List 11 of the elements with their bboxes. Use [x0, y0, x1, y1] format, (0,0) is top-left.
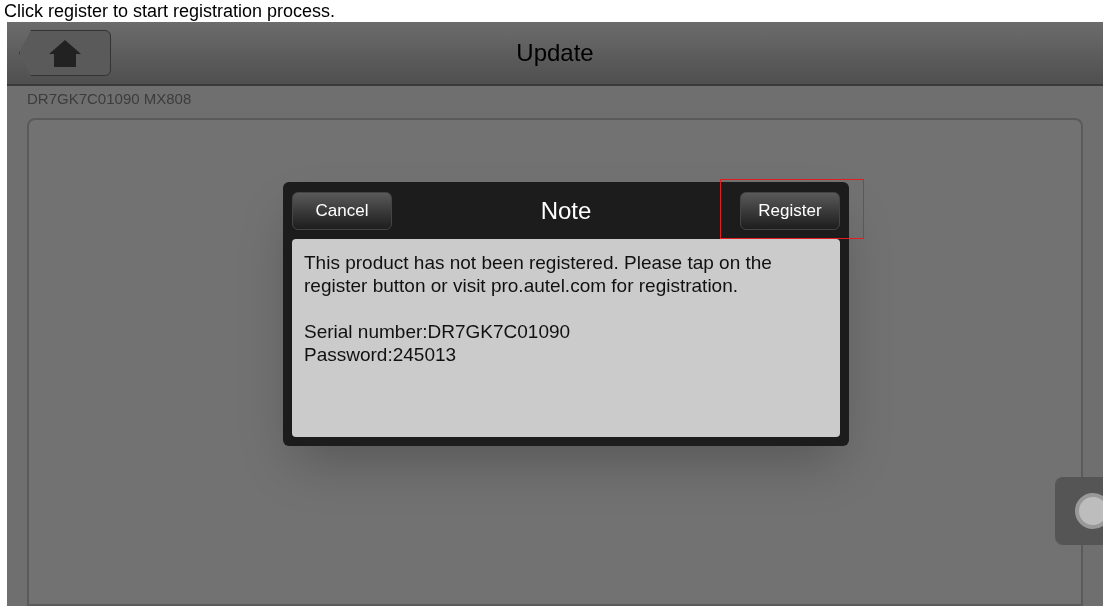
home-button[interactable]: [19, 30, 111, 76]
home-icon: [47, 38, 83, 68]
caption-text: Click register to start registration process.: [3, 0, 337, 22]
cancel-button[interactable]: Cancel: [292, 192, 392, 230]
dialog-title: Note: [540, 196, 592, 226]
register-button[interactable]: Register: [740, 192, 840, 230]
detail-text: Password:245013: [304, 343, 458, 366]
detail-text: Serial number:DR7GK7C01090: [304, 320, 572, 343]
floating-button[interactable]: [1055, 477, 1103, 545]
message-text: This product has not been registered. Please tap on the register button or visit pro.autel.com for registration.: [304, 251, 773, 297]
header-title: Update: [516, 38, 594, 68]
